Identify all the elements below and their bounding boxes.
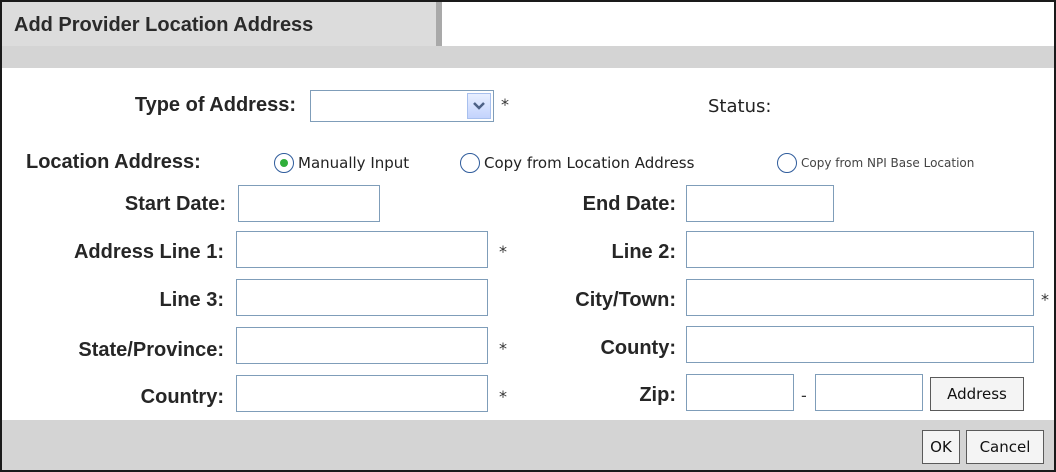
address-button[interactable]: Address: [930, 377, 1024, 411]
title-tab: Add Provider Location Address: [2, 2, 442, 46]
city-town-required: *: [1041, 290, 1049, 309]
radio-unselected-icon[interactable]: [460, 153, 480, 173]
radio-selected-icon[interactable]: [274, 153, 294, 173]
zip-separator: -: [801, 386, 807, 405]
ok-button[interactable]: OK: [922, 430, 960, 464]
end-date-field[interactable]: [686, 185, 834, 222]
end-date-label: End Date:: [582, 193, 676, 215]
country-required: *: [499, 387, 507, 406]
county-field[interactable]: [686, 326, 1034, 363]
state-province-required: *: [499, 339, 507, 358]
address-line-1-field[interactable]: [236, 231, 488, 268]
chevron-down-icon[interactable]: [467, 93, 491, 119]
radio-manually-input[interactable]: Manually Input: [274, 149, 409, 177]
country-field[interactable]: [236, 375, 488, 412]
footer-bar: [2, 420, 1054, 470]
type-of-address-label: Type of Address:: [134, 94, 296, 116]
radio-copy-from-npi-base-location[interactable]: Copy from NPI Base Location: [777, 149, 974, 177]
location-address-label: Location Address:: [26, 151, 201, 173]
start-date-label: Start Date:: [124, 193, 226, 215]
city-town-label: City/Town:: [575, 289, 676, 311]
header-band: [2, 46, 1054, 68]
line-3-label: Line 3:: [159, 289, 224, 311]
title-bar: Add Provider Location Address: [2, 2, 1054, 46]
line-2-label: Line 2:: [611, 241, 676, 263]
type-of-address-select[interactable]: [310, 90, 494, 122]
radio-copy-from-location-address[interactable]: Copy from Location Address: [460, 149, 694, 177]
line-3-field[interactable]: [236, 279, 488, 316]
cancel-button[interactable]: Cancel: [966, 430, 1044, 464]
start-date-field[interactable]: [238, 185, 380, 222]
radio-copy-location-label: Copy from Location Address: [484, 154, 695, 172]
city-town-field[interactable]: [686, 279, 1034, 316]
country-label: Country:: [140, 386, 224, 408]
status-label: Status:: [708, 96, 772, 117]
radio-copy-npi-label: Copy from NPI Base Location: [801, 156, 975, 170]
dialog-title: Add Provider Location Address: [14, 14, 314, 36]
add-provider-location-address-dialog: Add Provider Location Address Type of Ad…: [0, 0, 1056, 472]
state-province-field[interactable]: [236, 327, 488, 364]
address-line-1-label: Address Line 1:: [73, 241, 224, 263]
zip-label: Zip:: [639, 384, 676, 406]
line-2-field[interactable]: [686, 231, 1034, 268]
radio-manually-input-label: Manually Input: [298, 154, 410, 172]
county-label: County:: [600, 337, 676, 359]
state-province-label: State/Province:: [78, 339, 224, 361]
zip-extension-field[interactable]: [815, 374, 923, 411]
radio-unselected-icon[interactable]: [777, 153, 797, 173]
type-of-address-required: *: [501, 95, 509, 114]
zip-field[interactable]: [686, 374, 794, 411]
address-line-1-required: *: [499, 242, 507, 261]
